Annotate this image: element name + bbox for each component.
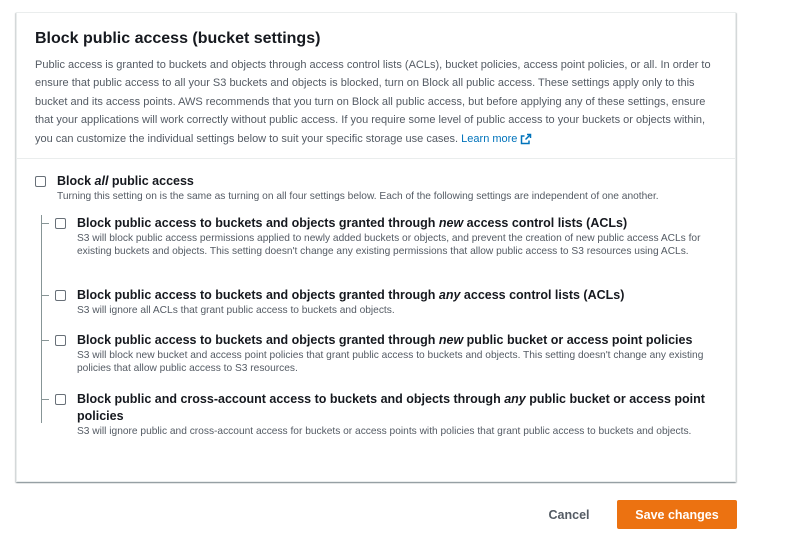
option-any-acls[interactable]: Block public access to buckets and objec… — [41, 287, 715, 332]
any-acls-title: Block public access to buckets and objec… — [77, 287, 715, 304]
cancel-button[interactable]: Cancel — [534, 500, 604, 529]
new-policies-title: Block public access to buckets and objec… — [77, 332, 715, 349]
any-policies-checkbox[interactable] — [55, 394, 66, 405]
block-all-title-pre: Block — [57, 174, 95, 188]
save-changes-button[interactable]: Save changes — [617, 500, 737, 529]
learn-more-link[interactable]: Learn more — [461, 133, 532, 145]
panel-description: Public access is granted to buckets and … — [35, 56, 715, 148]
any-policies-title-em: any — [504, 392, 526, 406]
new-acls-title-post: access control lists (ACLs) — [463, 216, 628, 230]
any-policies-title: Block public and cross-account access to… — [77, 391, 715, 425]
any-acls-title-pre: Block public access to buckets and objec… — [77, 288, 439, 302]
any-acls-description: S3 will ignore all ACLs that grant publi… — [77, 305, 395, 316]
tree-tick — [41, 223, 49, 224]
block-all-checkbox[interactable] — [35, 176, 46, 187]
block-all-title: Block all public access — [57, 173, 715, 190]
new-policies-title-em: new — [438, 333, 464, 347]
new-policies-description: S3 will block new bucket and access poin… — [77, 350, 704, 374]
any-acls-title-em: any — [438, 288, 461, 302]
tree-tick — [41, 399, 49, 400]
block-all-title-post: public access — [108, 174, 194, 188]
option-new-policies[interactable]: Block public access to buckets and objec… — [41, 332, 715, 391]
new-acls-description: S3 will block public access permissions … — [77, 233, 701, 257]
form-footer: Cancel Save changes — [0, 500, 808, 530]
new-acls-checkbox[interactable] — [55, 218, 66, 229]
option-new-acls[interactable]: Block public access to buckets and objec… — [41, 215, 715, 287]
panel-header: Block public access (bucket settings) Pu… — [17, 13, 735, 159]
panel-body: Block all public access Turning this set… — [17, 159, 735, 439]
new-acls-title-pre: Block public access to buckets and objec… — [77, 216, 439, 230]
new-acls-title-em: new — [438, 216, 464, 230]
learn-more-label: Learn more — [461, 132, 518, 145]
panel-title: Block public access (bucket settings) — [35, 30, 321, 47]
tree-tick — [41, 340, 49, 341]
tree-connector-line — [41, 215, 42, 423]
new-policies-title-post: public bucket or access point policies — [463, 333, 693, 347]
new-policies-title-pre: Block public access to buckets and objec… — [77, 333, 439, 347]
block-public-access-panel: Block public access (bucket settings) Pu… — [16, 12, 736, 482]
block-all-title-em: all — [94, 174, 109, 188]
sub-settings-tree: Block public access to buckets and objec… — [41, 215, 715, 439]
new-policies-checkbox[interactable] — [55, 335, 66, 346]
page: Block public access (bucket settings) Pu… — [0, 0, 808, 540]
block-all-description: Turning this setting on is the same as t… — [57, 191, 659, 202]
tree-tick — [41, 295, 49, 296]
external-link-icon — [521, 133, 532, 144]
any-policies-description: S3 will ignore public and cross-account … — [77, 426, 692, 437]
block-all-public-access-option[interactable]: Block all public access Turning this set… — [35, 173, 715, 207]
any-acls-title-post: access control lists (ACLs) — [460, 288, 625, 302]
panel-description-text: Public access is granted to buckets and … — [35, 59, 711, 145]
option-any-policies[interactable]: Block public and cross-account access to… — [41, 391, 715, 439]
any-acls-checkbox[interactable] — [55, 290, 66, 301]
any-policies-title-pre: Block public and cross-account access to… — [77, 392, 505, 406]
new-acls-title: Block public access to buckets and objec… — [77, 215, 715, 232]
